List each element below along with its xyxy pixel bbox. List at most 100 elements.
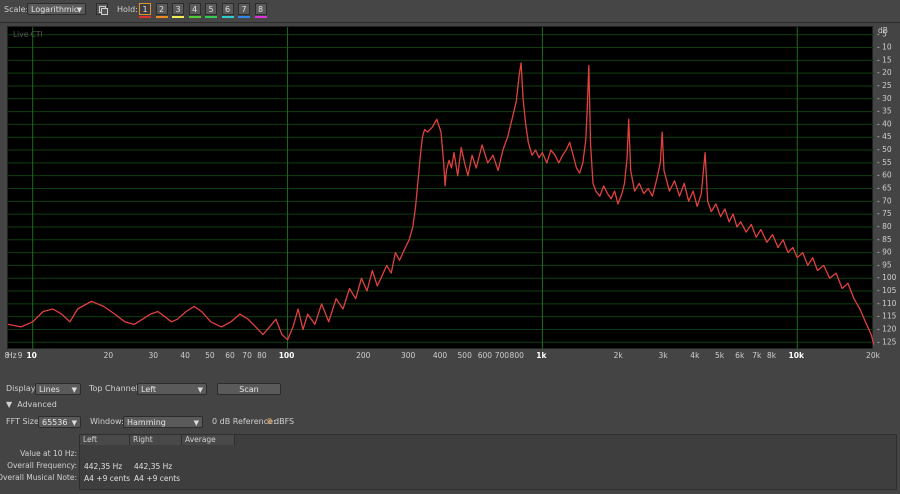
y-tick-label: - 95 <box>877 260 892 269</box>
x-tick-label: 6k <box>735 351 745 360</box>
hold-button-7[interactable]: 7 <box>238 3 250 15</box>
y-tick-label: - 110 <box>877 299 897 308</box>
y-tick-label: - 125 <box>877 337 897 346</box>
stats-row-label: Overall Frequency: <box>7 461 77 470</box>
x-tick-label: 5k <box>715 351 725 360</box>
y-tick-label: - 45 <box>877 132 892 141</box>
reference-value[interactable]: 0 <box>267 417 272 426</box>
scale-label: Scale: <box>4 5 29 14</box>
fft-size-dropdown[interactable]: 65536 ▼ <box>38 416 81 428</box>
y-tick-label: - 75 <box>877 209 892 218</box>
x-tick-label: 4k <box>690 351 700 360</box>
y-unit-label: dB <box>878 26 888 35</box>
stats-table: Left Right Average 442,35 Hz 442,35 Hz A4 … <box>79 434 897 490</box>
hold-color-7 <box>238 16 250 18</box>
display-value: Lines <box>39 385 60 394</box>
y-tick-label: - 105 <box>877 286 897 295</box>
x-tick-label: 100 <box>279 351 295 360</box>
y-tick-label: - 90 <box>877 248 892 257</box>
x-tick-label: 10k <box>789 351 805 360</box>
y-tick-label: - 15 <box>877 55 892 64</box>
stats-cell-left: 442,35 Hz <box>84 462 123 471</box>
hold-color-6 <box>221 16 234 18</box>
x-tick-label: 200 <box>356 351 371 360</box>
hold-color-8 <box>254 16 267 18</box>
y-tick-label: - 120 <box>877 324 897 333</box>
y-tick-label: - 20 <box>877 68 892 77</box>
chevron-down-icon: ▼ <box>197 386 203 394</box>
scale-dropdown[interactable]: Logarithmic ▼ <box>27 3 86 15</box>
x-tick-label: 500 <box>458 351 473 360</box>
column-header-right: Right <box>130 435 182 445</box>
window-label: Window: <box>90 417 124 426</box>
stats-cell-right: A4 +9 cents <box>134 474 181 483</box>
x-tick-label: 600 <box>478 351 493 360</box>
y-tick-label: - 55 <box>877 158 892 167</box>
x-tick-label: 8k <box>767 351 777 360</box>
x-tick-label: 60 <box>225 351 235 360</box>
spectrum-line-0 <box>8 62 874 346</box>
scan-button[interactable]: Scan <box>217 383 281 395</box>
hold-button-4[interactable]: 4 <box>188 3 201 15</box>
fft-size-value: 65536 <box>42 418 68 427</box>
stats-row-label: Value at 10 Hz: <box>20 449 77 458</box>
top-channel-value: Left <box>141 385 157 394</box>
advanced-label: Advanced <box>17 400 57 409</box>
y-tick-label: - 50 <box>877 145 892 154</box>
y-tick-label: - 35 <box>877 107 892 116</box>
spectrum-chart: Live CTI <box>8 27 874 350</box>
chevron-down-icon: ▼ <box>71 386 77 394</box>
hold-color-3 <box>172 16 184 18</box>
x-tick-label: 70 <box>242 351 252 360</box>
x-tick-label: 800 <box>510 351 525 360</box>
hold-color-1 <box>139 16 151 18</box>
column-header-left: Left <box>80 435 130 445</box>
x-tick-label: 80 <box>257 351 267 360</box>
hold-color-2 <box>155 16 168 18</box>
x-tick-label: 20 <box>104 351 114 360</box>
x-tick-label: 20k <box>866 351 881 360</box>
hold-button-8[interactable]: 8 <box>254 3 267 15</box>
stats-cell-right: 442,35 Hz <box>134 462 173 471</box>
plot-caption: Live CTI <box>13 30 43 39</box>
hold-button-1[interactable]: 1 <box>139 3 151 15</box>
top-channel-label: Top Channel: <box>89 384 141 393</box>
hold-button-2[interactable]: 2 <box>155 3 168 15</box>
stats-row-label: Overall Musical Note: <box>0 473 77 482</box>
x-tick-label: 3k <box>658 351 668 360</box>
y-tick-label: - 40 <box>877 119 892 128</box>
chevron-down-icon: ▼ <box>76 6 82 14</box>
hold-button-6[interactable]: 6 <box>221 3 234 15</box>
x-tick-label: 2k <box>614 351 624 360</box>
toolbar: Scale: Logarithmic ▼ Hold: 12345678 <box>0 0 900 23</box>
display-label: Display: <box>6 384 38 393</box>
top-channel-dropdown[interactable]: Left ▼ <box>137 383 207 395</box>
column-header-average: Average <box>182 435 235 445</box>
hold-button-3[interactable]: 3 <box>172 3 184 15</box>
x-tick-label: 300 <box>401 351 416 360</box>
y-tick-label: - 5 <box>877 30 887 39</box>
hold-button-5[interactable]: 5 <box>205 3 217 15</box>
x-tick-label: 8 <box>5 351 10 360</box>
copy-icon[interactable] <box>96 3 108 15</box>
y-tick-label: - 60 <box>877 171 892 180</box>
display-dropdown[interactable]: Lines ▼ <box>35 383 81 395</box>
stats-cell-left: A4 +9 cents <box>84 474 131 483</box>
x-tick-label: 9 <box>18 351 23 360</box>
y-tick-label: - 85 <box>877 235 892 244</box>
y-tick-label: - 70 <box>877 196 892 205</box>
spectrum-plot[interactable]: Live CTI <box>7 26 874 350</box>
x-unit-label: Hz <box>7 351 17 360</box>
x-tick-label: 700 <box>495 351 510 360</box>
advanced-toggle[interactable]: ▼ Advanced <box>6 400 57 409</box>
y-tick-label: - 80 <box>877 222 892 231</box>
window-dropdown[interactable]: Hamming ▼ <box>123 416 203 428</box>
x-tick-label: 30 <box>149 351 159 360</box>
y-tick-label: - 65 <box>877 184 892 193</box>
x-tick-label: 40 <box>180 351 190 360</box>
hold-label: Hold: <box>117 5 138 14</box>
chevron-down-icon: ▼ <box>71 419 77 427</box>
triangle-down-icon: ▼ <box>6 400 13 409</box>
hold-color-5 <box>205 16 217 18</box>
y-tick-label: - 100 <box>877 273 897 282</box>
